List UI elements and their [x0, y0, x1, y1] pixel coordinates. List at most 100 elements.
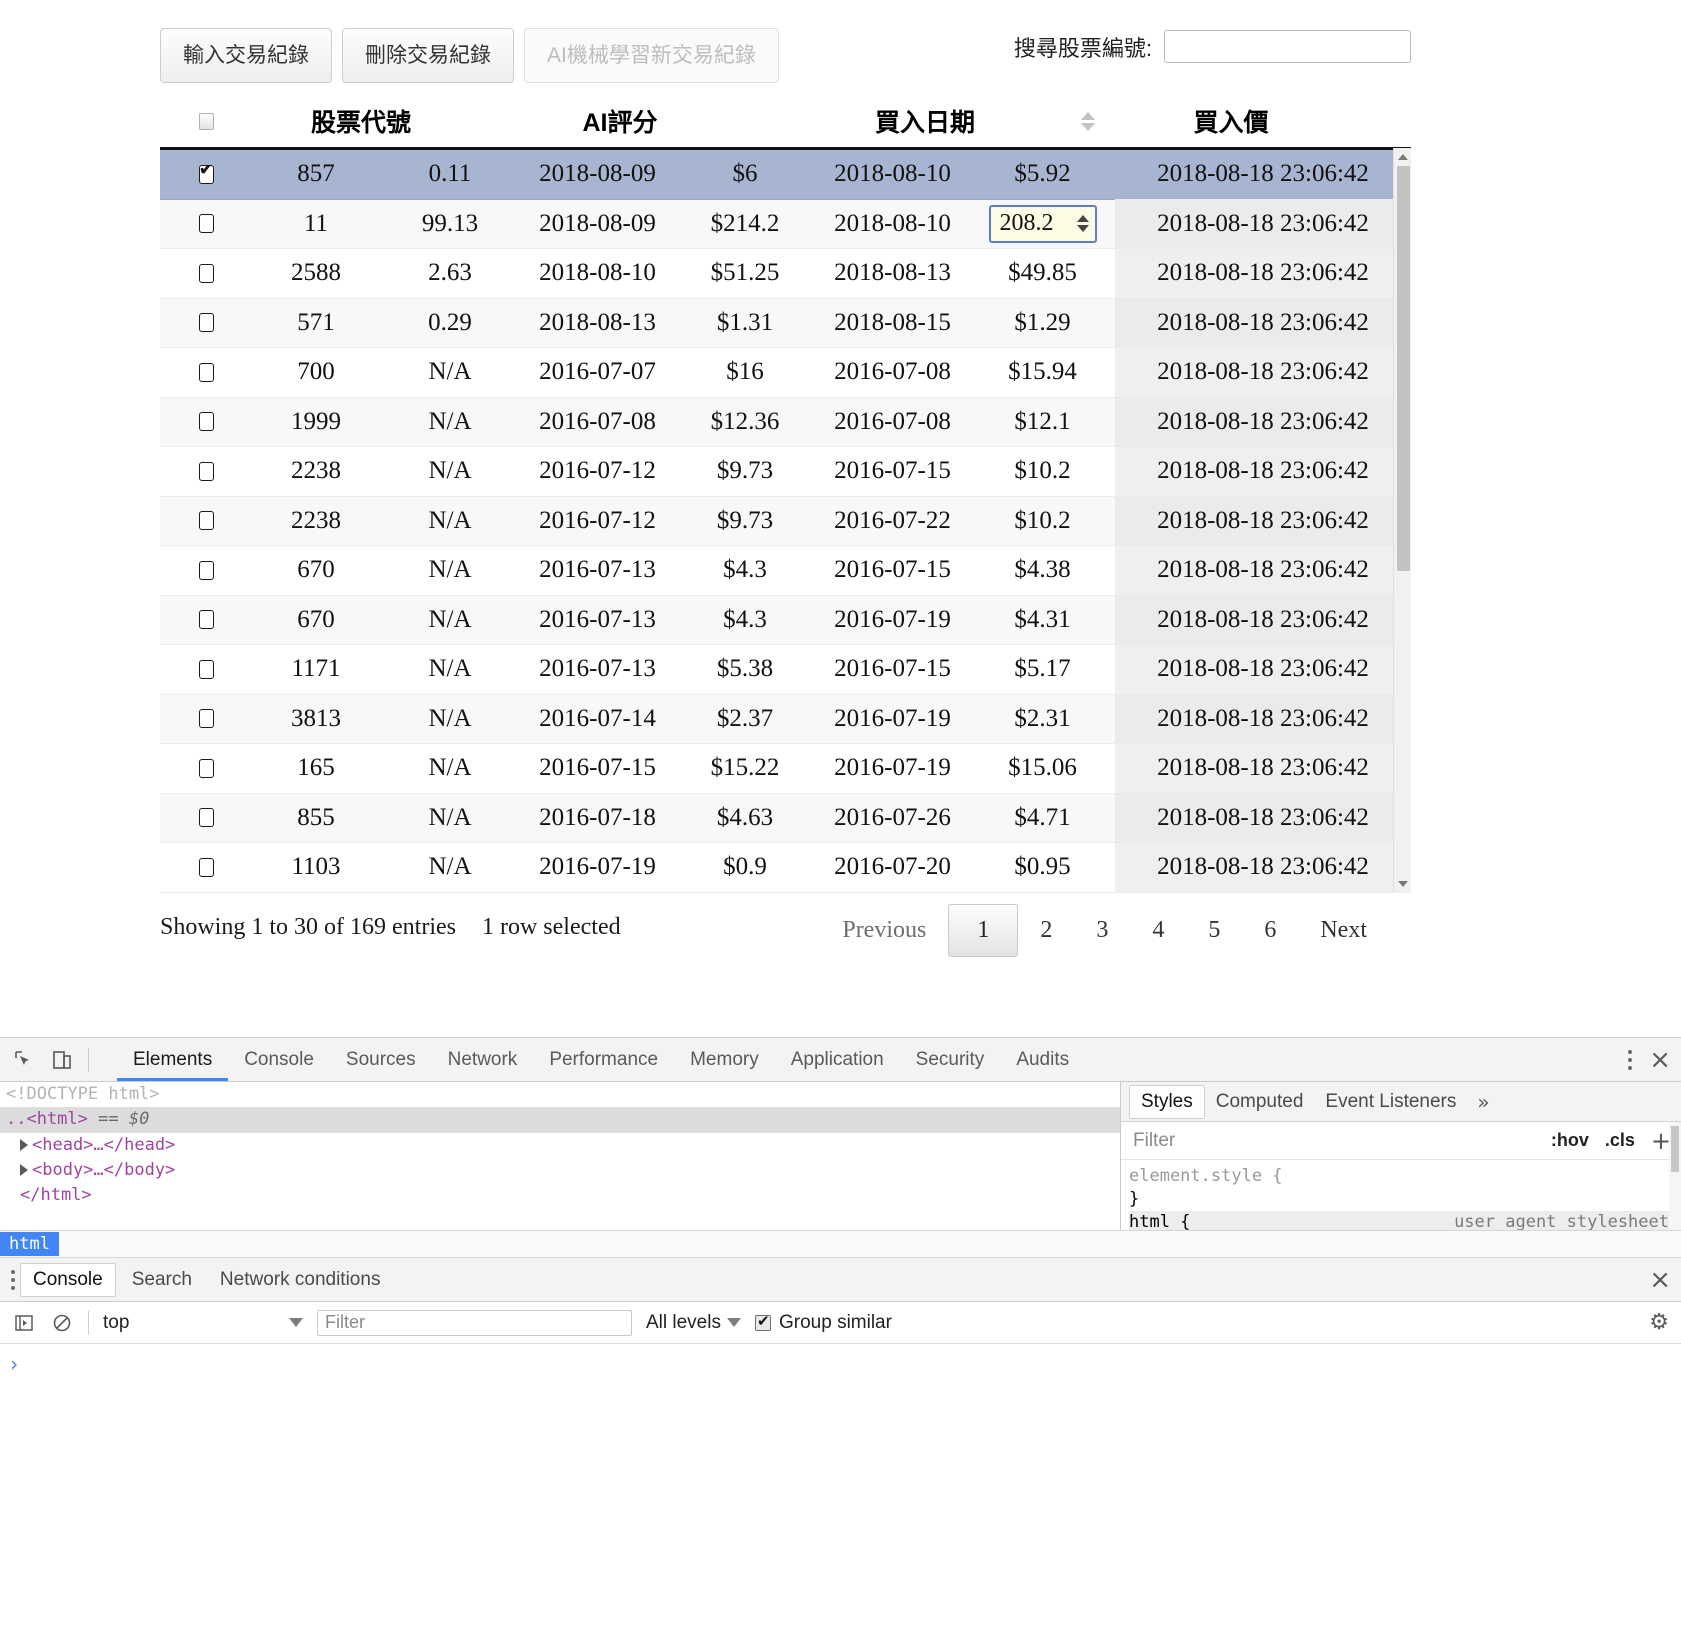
cell-sell-price[interactable]: $10.2	[970, 507, 1115, 535]
cell-buy-price[interactable]: $4.63	[675, 804, 815, 832]
cell-updated-at[interactable]: 2018-08-18 23:06:42	[1115, 249, 1411, 299]
cell-updated-at[interactable]: 2018-08-18 23:06:42	[1115, 843, 1411, 893]
hov-toggle[interactable]: :hov	[1551, 1130, 1589, 1151]
row-checkbox[interactable]	[199, 363, 214, 382]
cell-updated-at[interactable]: 2018-08-18 23:06:42	[1115, 447, 1411, 497]
search-input[interactable]	[1164, 30, 1411, 63]
dom-html-node[interactable]: ..<html> == $0	[0, 1107, 1120, 1132]
header-stock-code[interactable]: 股票代號	[252, 103, 470, 139]
drawer-tab-network-conditions[interactable]: Network conditions	[208, 1264, 393, 1296]
cell-sell-date[interactable]: 2016-07-15	[815, 457, 970, 485]
cell-stock-code[interactable]: 1171	[252, 655, 380, 683]
cell-sell-date[interactable]: 2016-07-08	[815, 358, 970, 386]
devtools-tab-audits[interactable]: Audits	[1000, 1038, 1085, 1081]
row-select-cell[interactable]	[160, 759, 252, 778]
cell-ai-score[interactable]: N/A	[380, 804, 520, 832]
row-select-cell[interactable]	[160, 363, 252, 382]
cell-buy-date[interactable]: 2016-07-07	[520, 358, 675, 386]
cell-stock-code[interactable]: 855	[252, 804, 380, 832]
dom-tree-pane[interactable]: <!DOCTYPE html> ..<html> == $0 <head>…</…	[0, 1082, 1120, 1230]
dom-body-node[interactable]: <body>…</body>	[0, 1158, 1120, 1183]
styles-scrollbar[interactable]	[1669, 1122, 1681, 1230]
row-checkbox[interactable]	[199, 610, 214, 629]
ai-learn-record-button[interactable]: AI機械學習新交易紀錄	[524, 28, 779, 83]
row-checkbox[interactable]	[199, 214, 214, 233]
row-checkbox[interactable]	[199, 561, 214, 580]
row-checkbox[interactable]	[199, 165, 214, 184]
tab-styles[interactable]: Styles	[1129, 1085, 1205, 1119]
cell-buy-price[interactable]: $9.73	[675, 507, 815, 535]
header-ai-score[interactable]: AI評分	[470, 103, 770, 139]
cell-sell-price[interactable]: $49.85	[970, 259, 1115, 287]
console-output[interactable]: ›	[0, 1344, 1681, 1404]
console-filter-input[interactable]: Filter	[317, 1310, 632, 1336]
cell-buy-price[interactable]: $51.25	[675, 259, 815, 287]
table-row[interactable]: 1171N/A2016-07-13$5.382016-07-15$5.17201…	[160, 645, 1411, 695]
row-checkbox[interactable]	[199, 412, 214, 431]
row-checkbox[interactable]	[199, 511, 214, 530]
console-sidebar-icon[interactable]	[12, 1311, 36, 1335]
new-style-rule-icon[interactable]: +	[1651, 1127, 1671, 1155]
devtools-tab-console[interactable]: Console	[228, 1038, 330, 1081]
devtools-tab-sources[interactable]: Sources	[330, 1038, 432, 1081]
cell-stock-code[interactable]: 700	[252, 358, 380, 386]
devtools-tab-security[interactable]: Security	[900, 1038, 1001, 1081]
table-row[interactable]: 670N/A2016-07-13$4.32016-07-19$4.312018-…	[160, 596, 1411, 646]
cell-sell-price[interactable]: $5.92	[970, 160, 1115, 188]
row-select-cell[interactable]	[160, 610, 252, 629]
cell-buy-date[interactable]: 2016-07-13	[520, 556, 675, 584]
cell-stock-code[interactable]: 2238	[252, 457, 380, 485]
row-select-cell[interactable]	[160, 561, 252, 580]
cell-buy-date[interactable]: 2016-07-18	[520, 804, 675, 832]
delete-record-button[interactable]: 刪除交易紀錄	[342, 28, 514, 83]
cell-buy-price[interactable]: $214.2	[675, 210, 815, 238]
cell-buy-price[interactable]: $1.31	[675, 309, 815, 337]
cell-buy-date[interactable]: 2018-08-13	[520, 309, 675, 337]
expand-triangle-icon[interactable]	[20, 1164, 28, 1176]
cell-buy-price[interactable]: $4.3	[675, 606, 815, 634]
cell-ai-score[interactable]: 2.63	[380, 259, 520, 287]
cell-stock-code[interactable]: 571	[252, 309, 380, 337]
pagination-page-1[interactable]: 1	[948, 904, 1018, 957]
pagination-page-6[interactable]: 6	[1242, 904, 1298, 957]
scroll-down-arrow-icon[interactable]	[1394, 875, 1412, 893]
clear-console-icon[interactable]	[50, 1311, 74, 1335]
tab-computed[interactable]: Computed	[1205, 1086, 1315, 1118]
table-row[interactable]: 25882.632018-08-10$51.252018-08-13$49.85…	[160, 249, 1411, 299]
row-select-cell[interactable]	[160, 313, 252, 332]
cell-buy-price[interactable]: $4.3	[675, 556, 815, 584]
table-row[interactable]: 1999N/A2016-07-08$12.362016-07-08$12.120…	[160, 398, 1411, 448]
row-checkbox[interactable]	[199, 759, 214, 778]
cell-ai-score[interactable]: N/A	[380, 507, 520, 535]
cell-sell-date[interactable]: 2016-07-19	[815, 754, 970, 782]
row-select-cell[interactable]	[160, 709, 252, 728]
row-select-cell[interactable]	[160, 214, 252, 233]
table-row[interactable]: 855N/A2016-07-18$4.632016-07-26$4.712018…	[160, 794, 1411, 844]
add-record-button[interactable]: 輸入交易紀錄	[160, 28, 332, 83]
css-rule-element-style[interactable]: element.style {	[1129, 1165, 1681, 1188]
table-row[interactable]: 8570.112018-08-09$62018-08-10$5.922018-0…	[160, 150, 1411, 200]
cell-updated-at[interactable]: 2018-08-18 23:06:42	[1115, 793, 1411, 843]
cell-ai-score[interactable]: N/A	[380, 408, 520, 436]
drawer-tab-search[interactable]: Search	[120, 1264, 204, 1296]
device-toolbar-icon[interactable]	[50, 1048, 74, 1072]
cell-buy-date[interactable]: 2016-07-15	[520, 754, 675, 782]
scroll-up-arrow-icon[interactable]	[1394, 148, 1412, 166]
row-select-cell[interactable]	[160, 165, 252, 184]
cell-updated-at[interactable]: 2018-08-18 23:06:42	[1115, 645, 1411, 695]
devtools-more-options-icon[interactable]	[1627, 1048, 1633, 1072]
cell-sell-price[interactable]: $4.71	[970, 804, 1115, 832]
cell-buy-price[interactable]: $2.37	[675, 705, 815, 733]
cell-ai-score[interactable]: 0.29	[380, 309, 520, 337]
devtools-tab-elements[interactable]: Elements	[117, 1038, 228, 1081]
row-checkbox[interactable]	[199, 264, 214, 283]
devtools-tab-network[interactable]: Network	[432, 1038, 534, 1081]
select-all-header[interactable]	[160, 113, 252, 130]
pagination-next[interactable]: Next	[1298, 904, 1389, 957]
cell-sell-date[interactable]: 2016-07-19	[815, 606, 970, 634]
cell-buy-price[interactable]: $9.73	[675, 457, 815, 485]
cell-buy-price[interactable]: $16	[675, 358, 815, 386]
tab-event-listeners[interactable]: Event Listeners	[1314, 1086, 1467, 1118]
cell-sell-price[interactable]: $0.95	[970, 853, 1115, 881]
scrollbar-thumb[interactable]	[1397, 166, 1410, 571]
